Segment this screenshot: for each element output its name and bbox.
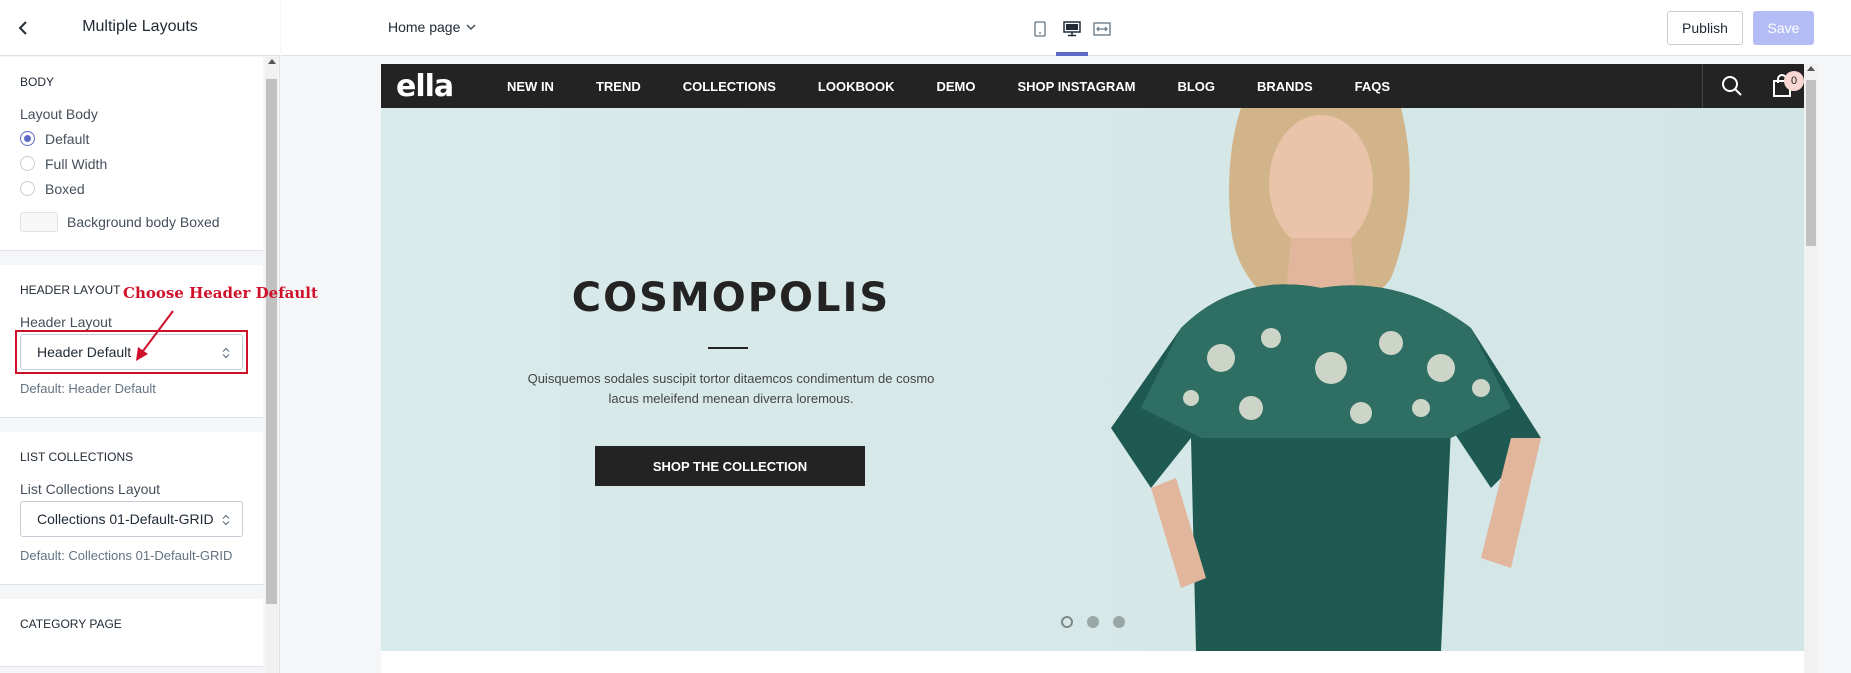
radio-button[interactable] [20,131,35,146]
nav-item-lookbook[interactable]: LOOKBOOK [818,79,895,94]
nav-item-demo[interactable]: DEMO [936,79,975,94]
desktop-view-icon [1063,21,1081,37]
nav-item-shop-instagram[interactable]: SHOP INSTAGRAM [1017,79,1135,94]
scrollbar-thumb[interactable] [1806,80,1816,246]
scroll-up-arrow-icon[interactable] [1807,66,1815,71]
select-caret-icon [222,514,230,526]
select-value: Header Default [37,344,132,360]
select-value: Collections 01-Default-GRID [37,511,214,527]
hero-title: COSMOPOLIS [571,275,891,321]
radio-boxed[interactable]: Boxed [20,176,243,201]
background-boxed-row: Background body Boxed [20,212,243,232]
store-logo[interactable]: ella [396,69,454,104]
scrollbar-thumb[interactable] [266,79,277,604]
section-body: BODY Layout Body Default Full Width Boxe… [0,57,263,251]
slide-dot[interactable] [1113,616,1125,628]
store-preview: ella NEW IN TREND COLLECTIONS LOOKBOOK D… [381,64,1804,673]
chevron-down-icon [466,23,476,30]
nav-item-collections[interactable]: COLLECTIONS [683,79,776,94]
collections-layout-select[interactable]: Collections 01-Default-GRID [20,501,243,537]
slide-dot[interactable] [1061,616,1073,628]
hero-description: Quisquemos sodales suscipit tortor ditae… [527,371,935,406]
page-selector[interactable]: Home page [388,19,476,35]
collections-layout-help: Default: Collections 01-Default-GRID [20,548,233,563]
search-icon[interactable] [1721,75,1743,97]
nav-item-new-in[interactable]: NEW IN [507,79,554,94]
select-caret-icon [222,347,230,359]
store-nav: NEW IN TREND COLLECTIONS LOOKBOOK DEMO S… [507,64,1432,108]
shop-collection-button[interactable]: SHOP THE COLLECTION [595,446,865,486]
store-header: ella NEW IN TREND COLLECTIONS LOOKBOOK D… [381,64,1804,108]
cart-count-badge: 0 [1784,71,1804,91]
background-boxed-label: Background body Boxed [67,214,220,230]
save-button[interactable]: Save [1753,11,1814,45]
sidebar-title: Multiple Layouts [82,18,198,35]
publish-button[interactable]: Publish [1667,11,1743,45]
annotation-arrow-icon [136,310,174,361]
hero-slideshow: COSMOPOLIS Quisquemos sodales suscipit t… [381,108,1804,651]
section-title: CATEGORY PAGE [20,617,122,631]
slide-dots [1061,616,1139,628]
desktop-view-button[interactable] [1061,18,1083,40]
active-view-indicator [1056,52,1088,56]
section-title: LIST COLLECTIONS [20,450,134,464]
radio-label: Boxed [45,180,85,197]
section-title: BODY [20,75,55,89]
radio-full-width[interactable]: Full Width [20,151,243,176]
nav-item-brands[interactable]: BRANDS [1257,79,1313,94]
full-width-view-icon [1093,22,1111,36]
scroll-up-arrow-icon[interactable] [268,59,276,64]
mobile-view-button[interactable] [1029,18,1051,40]
sidebar-content: BODY Layout Body Default Full Width Boxe… [0,57,263,673]
radio-label: Full Width [45,155,108,172]
radio-button[interactable] [20,181,35,196]
hero-model-image [1111,108,1541,651]
page-selector-label: Home page [388,19,461,35]
radio-default[interactable]: Default [20,126,243,151]
editor-topbar: Home page Publish Save [281,0,1851,56]
background-color-swatch[interactable] [20,212,58,232]
section-list-collections: LIST COLLECTIONS List Collections Layout… [0,432,263,585]
radio-button[interactable] [20,156,35,171]
mobile-view-icon [1034,21,1046,37]
nav-item-faqs[interactable]: FAQS [1355,79,1390,94]
layout-body-label: Layout Body [20,106,98,122]
sidebar-header: Multiple Layouts [0,0,280,56]
annotation-label: Choose Header Default [123,284,318,302]
full-width-view-button[interactable] [1091,18,1113,40]
header-layout-help: Default: Header Default [20,381,156,396]
nav-divider [1702,64,1703,108]
radio-label: Default [45,130,90,147]
nav-item-blog[interactable]: BLOG [1177,79,1215,94]
preview-scrollbar[interactable] [1804,64,1818,673]
nav-item-trend[interactable]: TREND [596,79,641,94]
sidebar-scrollbar[interactable] [265,57,278,673]
hero-divider [708,347,748,349]
section-category-page: CATEGORY PAGE [0,599,263,667]
slide-dot[interactable] [1087,616,1099,628]
collections-layout-label: List Collections Layout [20,481,161,497]
